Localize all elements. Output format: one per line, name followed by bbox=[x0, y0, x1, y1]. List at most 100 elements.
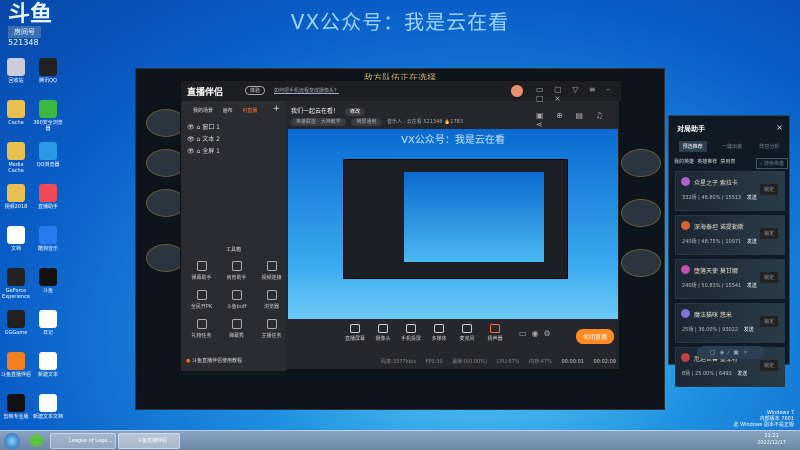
champion-card[interactable]: 深海泰坦 诺提勒斯 240场 | 48.75% | 10971 发送 锁定 bbox=[675, 215, 785, 255]
scene-label: 文本 2 bbox=[202, 136, 220, 143]
start-button[interactable] bbox=[4, 433, 20, 449]
enemy-slot[interactable] bbox=[621, 249, 661, 277]
desktop-icon[interactable]: 回收站 bbox=[0, 58, 32, 84]
tool-button[interactable]: 浏览器 bbox=[255, 290, 288, 310]
desktop-icon[interactable]: 腾讯QQ bbox=[32, 58, 64, 84]
desktop-icon-label: Media Cache bbox=[8, 162, 24, 174]
tab-pick-recommend[interactable]: 预选推荐 bbox=[678, 141, 707, 152]
tool-button[interactable]: 房管助手 bbox=[220, 261, 253, 281]
send-button[interactable]: 发送 bbox=[747, 195, 757, 201]
desktop-icon[interactable]: 新建文本 bbox=[32, 352, 64, 378]
taskbar-item-douyu[interactable]: 斗鱼直播伴侣 bbox=[118, 433, 180, 449]
scene-item[interactable]: 👁 ⌂ 文本 2 bbox=[181, 134, 286, 146]
desktop-icon[interactable]: 文档 bbox=[0, 226, 32, 252]
extra-controls[interactable]: ▭◉⚙ bbox=[519, 329, 556, 338]
desktop-icon[interactable]: GeForce Experience bbox=[0, 268, 32, 300]
tab-build[interactable]: 一键出装 bbox=[720, 141, 744, 152]
desktop-icon[interactable]: 直播助手 bbox=[32, 184, 64, 210]
champion-card[interactable]: 魔法猫咪 悠米 25场 | 36.00% | 93022 发送 锁定 bbox=[675, 303, 785, 343]
desktop-icon[interactable]: QQ浏览器 bbox=[32, 142, 64, 168]
tab-live[interactable]: 可直播 bbox=[242, 108, 257, 114]
desktop-icon[interactable]: 360安全浏览器 bbox=[32, 100, 64, 132]
control-button[interactable]: 手机投屏 bbox=[397, 324, 425, 342]
champion-card[interactable]: 堕落天使 莫甘娜 240场 | 50.83% | 15541 发送 锁定 bbox=[675, 259, 785, 299]
tool-button[interactable]: 礼物任务 bbox=[185, 319, 218, 339]
desktop-icon[interactable]: 视频2018 bbox=[0, 184, 32, 210]
category-button[interactable]: 英雄联盟 · 大神教学 bbox=[291, 118, 346, 126]
lock-button[interactable]: 锁定 bbox=[759, 360, 778, 371]
control-button[interactable]: 麦克风 bbox=[453, 324, 481, 342]
watermark-logo: 斗鱼 bbox=[8, 2, 53, 27]
version-badge[interactable]: 体验 bbox=[245, 86, 266, 95]
desktop-icon[interactable]: Cache bbox=[0, 100, 32, 126]
stream-preview: VX公众号：我是云在看 bbox=[288, 129, 618, 319]
desktop-icon[interactable]: 斗鱼直播伴侣 bbox=[0, 352, 32, 378]
tab-comp[interactable]: 阵容分析 bbox=[757, 141, 781, 152]
champion-name: 堕落天使 莫甘娜 bbox=[694, 268, 738, 275]
champion-name: 魔法猫咪 悠米 bbox=[694, 312, 732, 319]
tool-button[interactable]: 视频连接 bbox=[255, 261, 288, 281]
streaming-app-window[interactable]: 直播伴侣 体验 如何把手机远程变成摄像头？ ▭ ▢ ▽ ≡ – □ × 我的场景… bbox=[180, 80, 621, 371]
lock-button[interactable]: 锁定 bbox=[759, 316, 778, 327]
send-button[interactable]: 发送 bbox=[747, 283, 757, 289]
enemy-slot[interactable] bbox=[621, 149, 661, 177]
scene-item[interactable]: 👁 ⌂ 窗口 1 bbox=[181, 122, 286, 134]
control-button[interactable]: 摄像头 bbox=[369, 324, 397, 342]
champion-name: 众星之子 索拉卡 bbox=[694, 180, 738, 187]
streamer-name: 音乐人 · 云在看 bbox=[386, 119, 422, 125]
status-bar: 码率:3377kb/s FPS:30 丢帧:0(0.00%) CPU:67% 内… bbox=[286, 355, 621, 369]
header-icons[interactable]: ▣ ⊕ ▤ ♫ ⋖ bbox=[536, 111, 619, 129]
tool-button[interactable]: 主播任务 bbox=[255, 319, 288, 339]
app-icon bbox=[7, 394, 25, 412]
desktop-icon[interactable]: Media Cache bbox=[0, 142, 32, 174]
lock-button[interactable]: 锁定 bbox=[759, 228, 778, 239]
desktop-icon[interactable]: 酷狗音乐 bbox=[32, 226, 64, 252]
stop-live-button[interactable]: 关闭直播 bbox=[576, 329, 615, 344]
dropped-frames: 丢帧:0(0.00%) bbox=[452, 359, 487, 365]
clock[interactable]: 21:21 2022/12/17 bbox=[757, 433, 786, 447]
champion-card[interactable]: 众星之子 索拉卡 332场 | 48.80% | 15513 发送 锁定 bbox=[675, 171, 785, 211]
desktop-icon[interactable]: 斗鱼 bbox=[32, 268, 64, 294]
control-button[interactable]: 直播屏幕 bbox=[341, 324, 369, 342]
app-icon bbox=[7, 184, 25, 202]
desktop-icon[interactable]: GGGame bbox=[0, 310, 32, 336]
tool-button[interactable]: 斗鱼buff bbox=[220, 290, 253, 310]
desktop-icon[interactable]: 新建文本文档 bbox=[32, 394, 64, 420]
subtab-recommend[interactable]: 英雄推荐 bbox=[697, 159, 717, 165]
tab-canvas[interactable]: 画布 bbox=[223, 108, 233, 114]
tutorial-link[interactable]: ● 斗鱼直播伴侣使用教程 bbox=[186, 357, 242, 364]
desktop-icon[interactable]: 剪映专业版 bbox=[0, 394, 32, 420]
taskbar-item-league[interactable]: League of Lege... bbox=[50, 433, 116, 449]
control-button[interactable]: 扬声器 bbox=[481, 324, 509, 342]
lock-button[interactable]: 锁定 bbox=[759, 272, 778, 283]
app-icon bbox=[39, 310, 57, 328]
pinned-app-icon[interactable] bbox=[30, 434, 43, 447]
tool-button[interactable]: 弹幕助手 bbox=[185, 261, 218, 281]
desktop-icon[interactable]: 日记 bbox=[32, 310, 64, 336]
send-button[interactable]: 发送 bbox=[737, 371, 747, 377]
avatar[interactable] bbox=[511, 85, 523, 97]
tab-my-scenes[interactable]: 我的场景 bbox=[193, 108, 213, 114]
tool-label: 房管助手 bbox=[226, 275, 247, 281]
subtab-my-heroes[interactable]: 我的英雄 bbox=[674, 159, 694, 165]
layout-button[interactable]: 横屏通用 bbox=[351, 118, 382, 126]
panel-close-button[interactable]: × bbox=[776, 123, 783, 132]
control-button[interactable]: 多媒体 bbox=[425, 324, 453, 342]
edit-title-button[interactable]: 修改 bbox=[344, 108, 365, 116]
subtab-bans[interactable]: 禁用表 bbox=[720, 159, 735, 165]
enemy-slot[interactable] bbox=[621, 199, 661, 227]
control-icon bbox=[378, 324, 388, 333]
app-icon bbox=[39, 394, 57, 412]
tool-button[interactable]: 弹幕秀 bbox=[220, 319, 253, 339]
tool-button[interactable]: 全民开PK bbox=[185, 290, 218, 310]
send-button[interactable]: 发送 bbox=[747, 239, 757, 245]
lock-button[interactable]: 锁定 bbox=[759, 184, 778, 195]
window-controls[interactable]: ▭ ▢ ▽ ≡ – □ × bbox=[536, 85, 621, 103]
tip-link[interactable]: 如何把手机远程变成摄像头？ bbox=[274, 87, 339, 94]
hero-search-input[interactable]: ⌕ 搜索英雄 bbox=[755, 158, 788, 169]
send-button[interactable]: 发送 bbox=[744, 327, 754, 333]
scene-item[interactable]: 👁 ⌂ 全屏 1 bbox=[181, 146, 286, 158]
panel-toolbar[interactable]: ▢◈⁄▣✧ bbox=[697, 346, 765, 359]
app-icon bbox=[39, 100, 57, 118]
add-scene-button[interactable]: + bbox=[272, 104, 280, 114]
